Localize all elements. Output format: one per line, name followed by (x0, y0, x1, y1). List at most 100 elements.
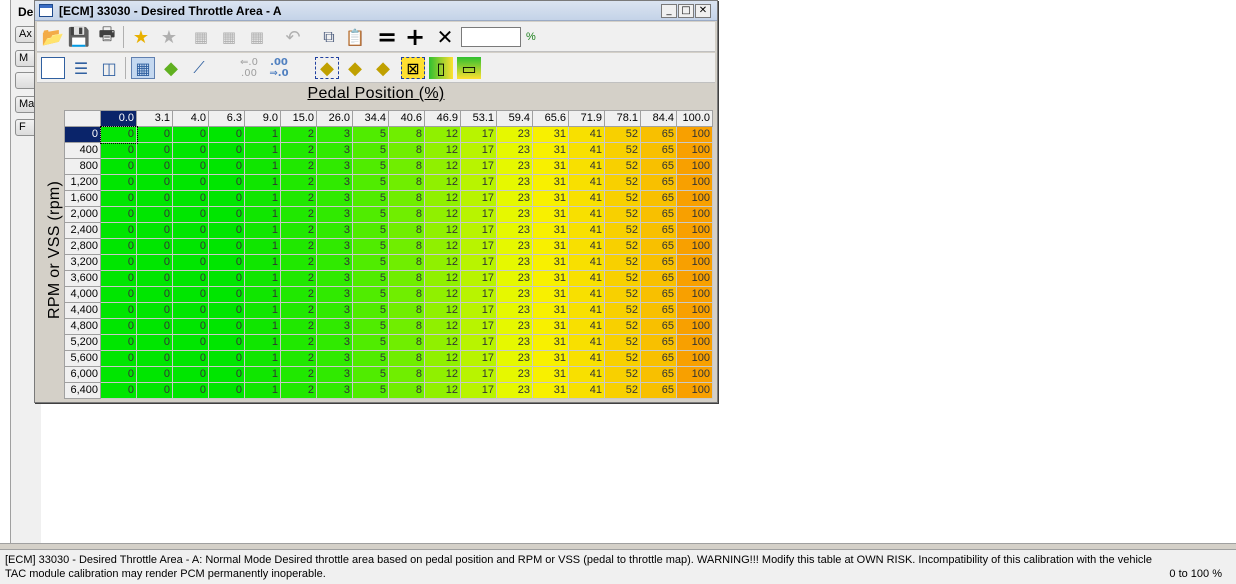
table-cell[interactable]: 2 (280, 222, 317, 239)
table-cell[interactable]: 41 (568, 190, 605, 207)
table-cell[interactable]: 3 (316, 286, 353, 303)
table-cell[interactable]: 0 (208, 318, 245, 335)
table-cell[interactable]: 1 (244, 382, 281, 399)
table-cell[interactable]: 3 (316, 142, 353, 159)
table-cell[interactable]: 0 (172, 222, 209, 239)
table-cell[interactable]: 41 (568, 174, 605, 191)
table-cell[interactable]: 0 (172, 270, 209, 287)
table-cell[interactable]: 3 (316, 366, 353, 383)
table-cell[interactable]: 0 (208, 222, 245, 239)
table-cell[interactable]: 17 (460, 334, 497, 351)
table-cell[interactable]: 1 (244, 350, 281, 367)
table-cell[interactable]: 3 (316, 334, 353, 351)
table-cell[interactable]: 0 (208, 350, 245, 367)
table-cell[interactable]: 23 (496, 158, 533, 175)
table-cell[interactable]: 2 (280, 254, 317, 271)
increase-decimal-icon[interactable]: .00 ⇒.0 (267, 57, 291, 79)
table-cell[interactable]: 2 (280, 238, 317, 255)
table-cell[interactable]: 100 (676, 382, 713, 399)
row-header[interactable]: 800 (64, 158, 101, 175)
table-cell[interactable]: 2 (280, 126, 317, 143)
table-cell[interactable]: 3 (316, 158, 353, 175)
table-cell[interactable]: 41 (568, 142, 605, 159)
table-cell[interactable]: 5 (352, 142, 389, 159)
table-cell[interactable]: 1 (244, 286, 281, 303)
table-cell[interactable]: 65 (640, 382, 677, 399)
horizontal-split-icon[interactable]: ☰ (69, 57, 93, 79)
table-cell[interactable]: 2 (280, 190, 317, 207)
table-cell[interactable]: 0 (172, 254, 209, 271)
table-cell[interactable]: 2 (280, 334, 317, 351)
table-cell[interactable]: 0 (208, 270, 245, 287)
table-cell[interactable]: 52 (604, 382, 641, 399)
table-cell[interactable]: 8 (388, 158, 425, 175)
table-cell[interactable]: 41 (568, 334, 605, 351)
table-cell[interactable]: 17 (460, 190, 497, 207)
table-cell[interactable]: 17 (460, 174, 497, 191)
table-cell[interactable]: 3 (316, 254, 353, 271)
column-header[interactable]: 100.0 (676, 110, 713, 127)
table-cell[interactable]: 12 (424, 238, 461, 255)
table-icon-2[interactable]: ▦ (217, 26, 241, 48)
table-cell[interactable]: 31 (532, 302, 569, 319)
line-graph-icon[interactable]: ⟋ (187, 57, 211, 79)
table-cell[interactable]: 31 (532, 206, 569, 223)
table-cell[interactable]: 12 (424, 318, 461, 335)
decrease-decimal-icon[interactable]: ⇐.0 .00 (237, 57, 261, 79)
table-cell[interactable]: 100 (676, 254, 713, 271)
table-cell[interactable]: 52 (604, 238, 641, 255)
table-cell[interactable]: 5 (352, 382, 389, 399)
table-cell[interactable]: 0 (136, 302, 173, 319)
table-cell[interactable]: 1 (244, 158, 281, 175)
table-cell[interactable]: 8 (388, 190, 425, 207)
table-cell[interactable]: 65 (640, 222, 677, 239)
table-cell[interactable]: 17 (460, 382, 497, 399)
table-cell[interactable]: 8 (388, 238, 425, 255)
column-header[interactable]: 4.0 (172, 110, 209, 127)
table-cell[interactable]: 17 (460, 126, 497, 143)
table-cell[interactable]: 2 (280, 382, 317, 399)
table-cell[interactable]: 31 (532, 350, 569, 367)
row-header[interactable]: 5,600 (64, 350, 101, 367)
row-header[interactable]: 4,800 (64, 318, 101, 335)
table-cell[interactable]: 8 (388, 254, 425, 271)
row-header[interactable]: 400 (64, 142, 101, 159)
table-cell[interactable]: 1 (244, 366, 281, 383)
multiply-icon[interactable]: ✕ (433, 25, 457, 49)
table-cell[interactable]: 52 (604, 270, 641, 287)
table-cell[interactable]: 31 (532, 238, 569, 255)
table-cell[interactable]: 8 (388, 366, 425, 383)
table-cell[interactable]: 0 (136, 366, 173, 383)
table-cell[interactable]: 5 (352, 158, 389, 175)
table-cell[interactable]: 5 (352, 206, 389, 223)
table-cell[interactable]: 23 (496, 334, 533, 351)
table-cell[interactable]: 2 (280, 174, 317, 191)
table-cell[interactable]: 12 (424, 174, 461, 191)
table-cell[interactable]: 100 (676, 334, 713, 351)
row-header[interactable]: 2,400 (64, 222, 101, 239)
table-cell[interactable]: 0 (208, 190, 245, 207)
table-cell[interactable]: 2 (280, 286, 317, 303)
table-cell[interactable]: 65 (640, 190, 677, 207)
table-cell[interactable]: 23 (496, 318, 533, 335)
row-header[interactable]: 0 (64, 126, 101, 143)
row-header[interactable]: 2,800 (64, 238, 101, 255)
table-cell[interactable]: 3 (316, 174, 353, 191)
table-cell[interactable]: 31 (532, 174, 569, 191)
table-cell[interactable]: 41 (568, 206, 605, 223)
table-cell[interactable]: 41 (568, 366, 605, 383)
column-header[interactable]: 9.0 (244, 110, 281, 127)
surface-left-icon[interactable]: ◆ (343, 57, 367, 79)
table-cell[interactable]: 0 (172, 126, 209, 143)
table-cell[interactable]: 17 (460, 366, 497, 383)
table-cell[interactable]: 31 (532, 334, 569, 351)
table-cell[interactable]: 65 (640, 158, 677, 175)
table-cell[interactable]: 100 (676, 302, 713, 319)
table-cell[interactable]: 31 (532, 382, 569, 399)
table-cell[interactable]: 17 (460, 206, 497, 223)
table-cell[interactable]: 5 (352, 190, 389, 207)
table-cell[interactable]: 0 (172, 334, 209, 351)
table-cell[interactable]: 0 (208, 158, 245, 175)
table-cell[interactable]: 31 (532, 126, 569, 143)
table-cell[interactable]: 100 (676, 126, 713, 143)
